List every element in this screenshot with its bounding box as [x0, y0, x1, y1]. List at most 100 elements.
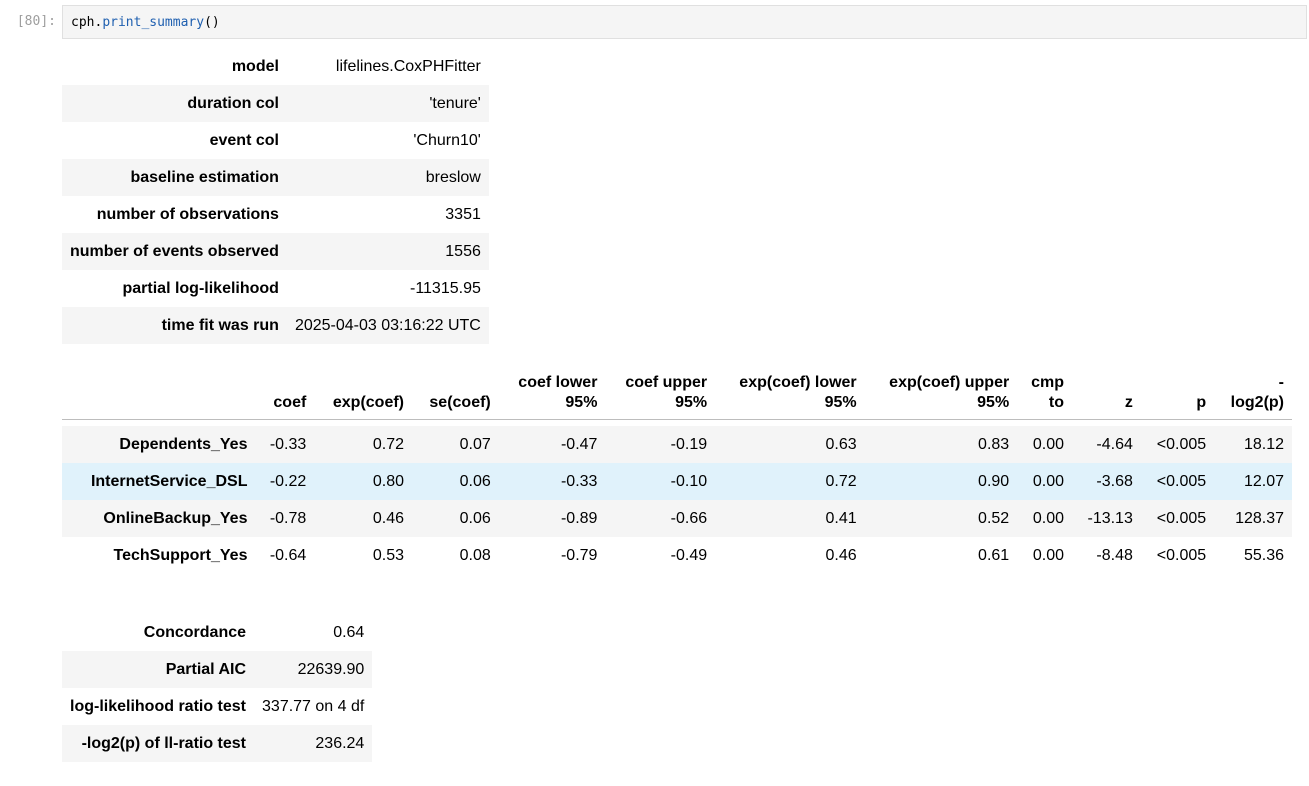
table-cell: -0.89 — [560, 509, 598, 527]
table-cell: 0.06 — [459, 472, 491, 490]
covariate-name: Dependents_Yes — [119, 435, 248, 453]
column-header-line2: 95% — [824, 394, 857, 411]
column-header: cmp to — [1017, 367, 1072, 420]
table-cell: 55.36 — [1243, 546, 1284, 564]
table-cell: 0.46 — [372, 509, 404, 527]
summary-row-value: lifelines.CoxPHFitter — [335, 57, 481, 75]
table-cell: 0.72 — [825, 472, 857, 490]
table-cell: 0.41 — [825, 509, 857, 527]
covariate-name: OnlineBackup_Yes — [103, 509, 248, 527]
table-cell: 18.12 — [1243, 435, 1284, 453]
table-cell: 0.90 — [978, 472, 1010, 490]
statistic-row-value: 337.77 on 4 df — [262, 697, 365, 715]
column-header-line2: p — [1196, 394, 1207, 411]
column-header-line2: to — [1048, 394, 1065, 411]
column-header: exp(coef) upper 95% — [865, 367, 1018, 420]
column-header: z — [1072, 367, 1141, 420]
column-header-line2: z — [1124, 394, 1133, 411]
summary-row-label: event col — [209, 131, 279, 149]
column-header: se(coef) — [412, 367, 499, 420]
column-header-line2: exp(coef) — [332, 394, 404, 411]
statistic-row-label: Partial AIC — [165, 660, 247, 678]
column-header-line2: se(coef) — [429, 394, 491, 411]
table-cell: -3.68 — [1096, 472, 1133, 490]
table-cell: <0.005 — [1156, 546, 1207, 564]
summary-row: time fit was run 2025-04-03 03:16:22 UTC — [62, 307, 489, 344]
summary-row-label: duration col — [187, 94, 279, 112]
summary-row: baseline estimation breslow — [62, 159, 489, 196]
table-cell: -0.66 — [670, 509, 708, 527]
column-header-line1: exp(coef) upper — [889, 374, 1010, 391]
table-cell: -4.64 — [1096, 435, 1133, 453]
fit-statistics-table: Concordance 0.64 Partial AIC 22639.90 log-li… — [62, 614, 373, 762]
summary-row-label: number of observations — [96, 205, 279, 223]
table-cell: 0.52 — [978, 509, 1010, 527]
summary-row-value: 'tenure' — [429, 94, 481, 112]
statistic-row-label: log-likelihood ratio test — [70, 697, 247, 715]
summary-row-value: breslow — [425, 168, 481, 186]
statistic-row-label: Concordance — [143, 623, 247, 641]
summary-row-label: baseline estimation — [130, 168, 279, 186]
statistic-row: -log2(p) of ll-ratio test 236.24 — [62, 725, 373, 762]
summary-row: number of observations 3351 — [62, 196, 489, 233]
column-header: coef upper 95% — [605, 367, 715, 420]
summary-row-value: 1556 — [445, 242, 481, 260]
column-header: - log2(p) — [1214, 367, 1292, 420]
summary-row-label: number of events observed — [70, 242, 279, 260]
table-cell: 128.37 — [1235, 509, 1284, 527]
table-cell: -8.48 — [1096, 546, 1133, 564]
table-cell: 0.80 — [372, 472, 404, 490]
table-cell: -0.47 — [560, 435, 598, 453]
table-row[interactable]: TechSupport_Yes -0.64 0.53 0.08 -0.79 -0.49 0.… — [62, 537, 1292, 574]
table-row[interactable]: Dependents_Yes -0.33 0.72 0.07 -0.47 -0.19 0.6… — [62, 426, 1292, 463]
table-cell: 0.07 — [459, 435, 491, 453]
table-cell: 0.08 — [459, 546, 491, 564]
covariate-name: TechSupport_Yes — [113, 546, 248, 564]
table-cell: 0.53 — [372, 546, 404, 564]
table-cell: 0.00 — [1032, 509, 1065, 527]
code-cell-input[interactable]: cph.print_summary() — [62, 5, 1307, 39]
table-cell: 12.07 — [1243, 472, 1284, 490]
summary-row-label: model — [231, 57, 279, 75]
column-header-line1: cmp — [1031, 374, 1065, 391]
coefficients-table: coef exp(coef) se(coef) coef lower 95% coef u… — [62, 367, 1292, 574]
table-cell: 0.61 — [978, 546, 1010, 564]
column-header-line1: coef upper — [625, 374, 708, 391]
cell-prompt: [80]: — [16, 14, 56, 29]
table-cell: <0.005 — [1156, 509, 1207, 527]
summary-row-value: 3351 — [445, 205, 481, 223]
column-header-line2: 95% — [675, 394, 708, 411]
table-row[interactable]: OnlineBackup_Yes -0.78 0.46 0.06 -0.89 -0.66 0… — [62, 500, 1292, 537]
table-cell: 0.00 — [1032, 472, 1065, 490]
table-cell: 0.00 — [1032, 546, 1065, 564]
statistic-row-value: 22639.90 — [297, 660, 365, 678]
table-row[interactable]: InternetService_DSL -0.22 0.80 0.06 -0.33 -0.… — [62, 463, 1292, 500]
table-cell: <0.005 — [1156, 472, 1207, 490]
table-cell: 0.00 — [1032, 435, 1065, 453]
table-cell: <0.005 — [1156, 435, 1207, 453]
table-cell: -13.13 — [1087, 509, 1133, 527]
column-header-line1: exp(coef) lower — [739, 374, 857, 391]
column-header-line2: coef — [273, 394, 307, 411]
column-header: coef — [255, 367, 314, 420]
table-cell: 0.72 — [372, 435, 404, 453]
summary-row-label: partial log-likelihood — [122, 279, 279, 297]
code-parens: () — [204, 15, 220, 30]
summary-row: number of events observed 1556 — [62, 233, 489, 270]
summary-row-value: 2025-04-03 03:16:22 UTC — [294, 316, 481, 334]
column-header: exp(coef) lower 95% — [715, 367, 865, 420]
column-header: coef lower 95% — [499, 367, 606, 420]
statistic-row: log-likelihood ratio test 337.77 on 4 df — [62, 688, 372, 725]
table-cell: 0.63 — [825, 435, 857, 453]
statistic-row-value: 236.24 — [315, 734, 365, 752]
table-cell: -0.19 — [670, 435, 708, 453]
table-cell: -0.10 — [670, 472, 708, 490]
code-function: print_summary — [102, 15, 205, 30]
table-cell: -0.49 — [670, 546, 708, 564]
column-header-line2: 95% — [565, 394, 598, 411]
column-header-line2: log2(p) — [1230, 394, 1284, 411]
summary-row-value: 'Churn10' — [413, 131, 481, 149]
statistic-row: Concordance 0.64 — [62, 614, 372, 651]
table-cell: 0.83 — [978, 435, 1010, 453]
model-summary-table: model lifelines.CoxPHFitter duration col 't… — [62, 48, 489, 344]
